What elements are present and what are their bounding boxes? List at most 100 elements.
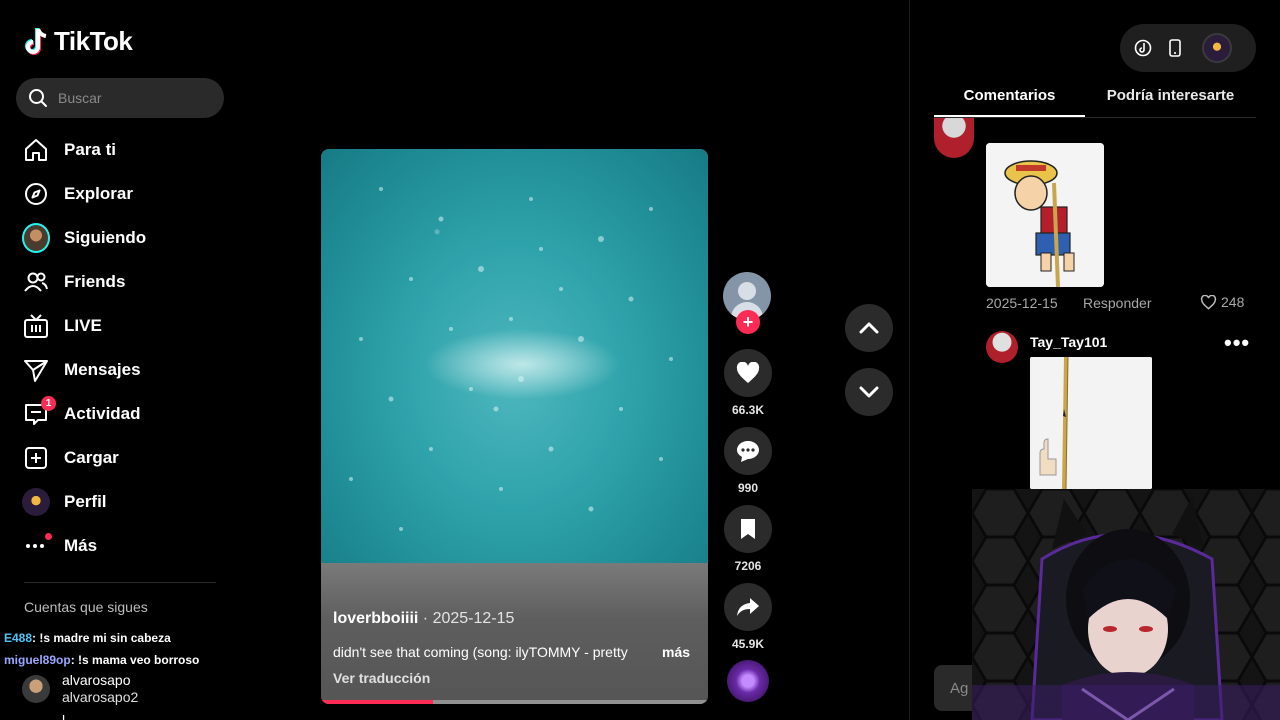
comment-options-icon[interactable]: ••• — [1224, 330, 1250, 356]
nav-label: Cargar — [64, 448, 119, 467]
nav-label: Siguiendo — [64, 228, 147, 247]
video-frame — [321, 149, 708, 563]
video-author[interactable]: loverbboiiii · 2025-12-15 — [333, 610, 514, 628]
top-right-controls — [1120, 24, 1256, 72]
nav-label: LIVE — [64, 316, 102, 335]
avatar — [22, 223, 50, 253]
chevron-up-icon — [859, 322, 879, 334]
nav-label: Friends — [64, 272, 126, 291]
plus-square-icon — [22, 444, 50, 472]
comment-icon — [737, 441, 759, 462]
heart-icon — [736, 362, 760, 383]
comment-username[interactable]: Tay_Tay101 — [1030, 334, 1107, 350]
share-icon — [737, 598, 759, 616]
chevron-down-icon — [859, 386, 879, 398]
streamer-webcam-overlay — [972, 489, 1280, 720]
logo-text: TikTok — [54, 26, 133, 56]
video-player[interactable]: loverbboiiii · 2025-12-15 didn't see tha… — [321, 149, 708, 704]
search-input[interactable] — [58, 90, 208, 106]
inbox-icon: 1 — [22, 396, 56, 428]
profile-avatar-icon — [22, 488, 50, 516]
chat-user: miguel89op — [4, 653, 71, 667]
like-action: 66.3K — [724, 349, 772, 417]
home-icon — [22, 136, 50, 164]
nav-item-siguiendo[interactable]: Siguiendo — [16, 216, 226, 260]
progress-fill — [321, 700, 434, 704]
nav-item-friends[interactable]: Friends — [16, 260, 226, 304]
save-action: 7206 — [724, 505, 772, 573]
nav-item-cargar[interactable]: Cargar — [16, 436, 226, 480]
nav-item-live[interactable]: LIVE — [16, 304, 226, 348]
music-disc[interactable] — [727, 660, 769, 702]
send-icon — [22, 356, 50, 384]
heart-outline-icon — [1200, 294, 1217, 310]
sidebar: TikTok Para ti Explorar Siguiendo — [0, 0, 240, 720]
nav-item-explorar[interactable]: Explorar — [16, 172, 226, 216]
more-icon — [22, 532, 52, 560]
tiktok-logo[interactable]: TikTok — [24, 26, 133, 57]
nav-item-actividad[interactable]: 1 Actividad — [16, 392, 226, 436]
nav-label: Perfil — [64, 492, 107, 511]
tab-comentarios[interactable]: Comentarios — [934, 78, 1085, 117]
sidebar-divider — [24, 582, 216, 583]
avatar[interactable] — [1202, 33, 1232, 63]
save-button[interactable] — [724, 505, 772, 553]
account-handle: alvarosapo2 — [62, 689, 139, 705]
nav-label: Explorar — [64, 184, 133, 203]
nav-label: Actividad — [64, 404, 141, 423]
phone-icon[interactable] — [1168, 39, 1182, 57]
next-video-button[interactable] — [845, 368, 893, 416]
followed-account[interactable]: alvarosapo alvarosapo2 — [22, 672, 138, 706]
video-progress-bar[interactable] — [321, 700, 708, 704]
avatar[interactable] — [986, 331, 1018, 363]
chat-line: miguel89op: !s mama veo borroso — [4, 649, 199, 671]
nav-label: Mensajes — [64, 360, 141, 379]
nav-item-mas[interactable]: Más — [16, 524, 226, 568]
tiktok-coin-icon[interactable] — [1134, 39, 1152, 57]
notification-dot — [45, 533, 52, 540]
share-button[interactable] — [724, 583, 772, 631]
share-count: 45.9K — [731, 637, 765, 651]
comment-action: 990 — [724, 427, 772, 495]
tiktok-note-icon — [25, 27, 47, 55]
like-count: 66.3K — [731, 403, 765, 417]
account-name-cut: l — [62, 712, 66, 720]
video-date: · 2025-12-15 — [418, 610, 515, 627]
chat-text: : !s mama veo borroso — [70, 653, 200, 667]
reply-button[interactable]: Responder — [1083, 295, 1152, 311]
nav-label: Para ti — [64, 140, 116, 159]
chat-text: : !s madre mi sin cabeza — [32, 631, 171, 645]
account-name: alvarosapo — [62, 672, 131, 688]
nav-item-para-ti[interactable]: Para ti — [16, 128, 226, 172]
save-count: 7206 — [734, 559, 762, 573]
search-bar[interactable] — [16, 78, 224, 118]
comment-like[interactable]: 248 — [1200, 294, 1244, 310]
comment-sticker-image — [1030, 357, 1152, 489]
water-splash-image — [349, 187, 673, 531]
avatar — [22, 675, 50, 703]
like-button[interactable] — [724, 349, 772, 397]
translate-link[interactable]: Ver traducción — [333, 670, 430, 686]
comment-count: 990 — [737, 481, 759, 495]
video-description: didn't see that coming (song: ilyTOMMY -… — [333, 644, 628, 660]
share-action: 45.9K — [724, 583, 772, 651]
tab-podria-interesarte[interactable]: Podría interesarte — [1085, 78, 1256, 117]
comment-sticker-image — [986, 143, 1104, 287]
main-nav: Para ti Explorar Siguiendo Friends LIVE — [16, 128, 226, 568]
stream-chat-overlay: E488: !s madre mi sin cabeza miguel89op:… — [4, 627, 199, 671]
chat-user: E488 — [4, 631, 33, 645]
following-avatar-icon — [22, 223, 50, 253]
more-button[interactable]: más — [662, 644, 690, 660]
follow-plus-button[interactable]: + — [736, 310, 760, 334]
comment-date: 2025-12-15 — [986, 295, 1058, 311]
nav-item-mensajes[interactable]: Mensajes — [16, 348, 226, 392]
avatar[interactable] — [934, 118, 974, 158]
previous-video-button[interactable] — [845, 304, 893, 352]
chat-line: E488: !s madre mi sin cabeza — [4, 627, 199, 649]
following-accounts-title: Cuentas que sigues — [24, 599, 148, 615]
nav-item-perfil[interactable]: Perfil — [16, 480, 226, 524]
notification-badge: 1 — [41, 396, 56, 411]
comment-button[interactable] — [724, 427, 772, 475]
avatar-placeholder-head — [738, 282, 756, 300]
author-name: loverbboiiii — [333, 610, 419, 627]
